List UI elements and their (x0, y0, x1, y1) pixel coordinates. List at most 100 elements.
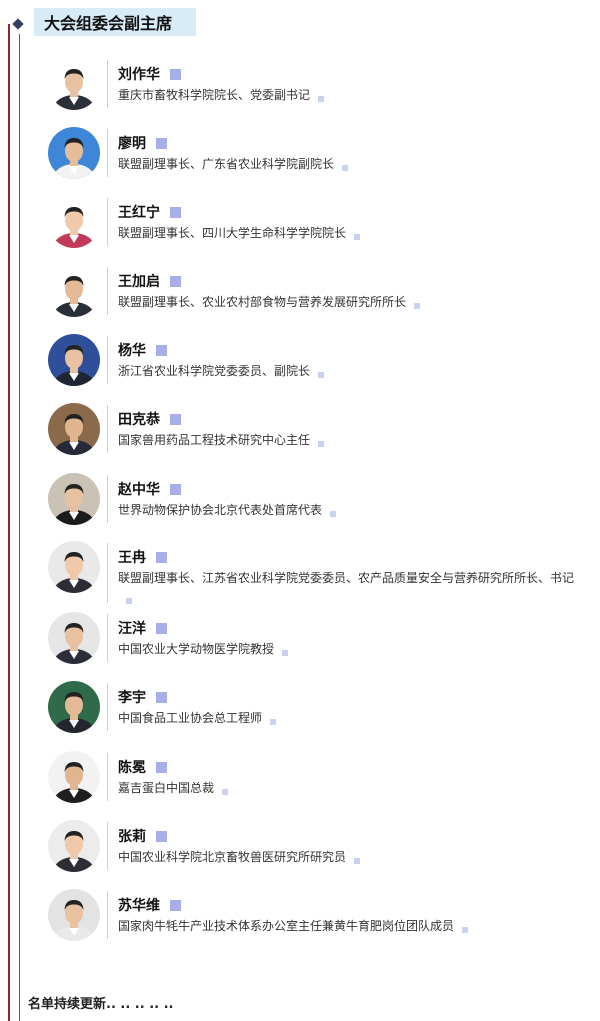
person-name-row: 李宇 (118, 687, 167, 707)
person-title-block: 中国食品工业协会总工程师 (118, 709, 558, 728)
person-title: 重庆市畜牧科学院院长、党委副书记 (118, 88, 311, 102)
person-title: 联盟副理事长、广东省农业科学院副院长 (118, 157, 335, 171)
vertical-divider (107, 267, 108, 315)
portrait-avatar (48, 265, 100, 317)
person-name-row: 杨华 (118, 340, 167, 360)
name-square-icon (170, 899, 181, 911)
person-name-row: 赵中华 (118, 479, 181, 499)
person-item: 田克恭国家兽用药品工程技术研究中心主任 (0, 403, 600, 457)
portrait-avatar (48, 196, 100, 248)
person-title-block: 联盟副理事长、广东省农业科学院副院长 (118, 155, 558, 174)
person-title-block: 中国农业大学动物医学院教授 (118, 640, 558, 659)
vertical-divider (107, 405, 108, 453)
person-item: 王红宁联盟副理事长、四川大学生命科学学院院长 (0, 196, 600, 250)
name-square-icon (156, 691, 167, 703)
vertical-divider (107, 60, 108, 108)
person-title-block: 浙江省农业科学院党委委员、副院长 (118, 362, 558, 381)
person-name: 王红宁 (118, 205, 160, 221)
name-square-icon (156, 622, 167, 634)
portrait-avatar (48, 58, 100, 110)
list-footer-note: 名单持续更新.. .. .. .. .. (28, 997, 174, 1012)
person-name-row: 廖明 (118, 133, 167, 153)
person-name: 陈冕 (118, 760, 146, 776)
person-title-block: 国家兽用药品工程技术研究中心主任 (118, 431, 558, 450)
person-name-row: 田克恭 (118, 409, 181, 429)
title-square-icon (222, 789, 229, 795)
person-name-row: 刘作华 (118, 64, 181, 84)
person-name: 王加启 (118, 274, 160, 290)
name-square-icon (170, 413, 181, 425)
vertical-divider (107, 683, 108, 731)
person-name: 田克恭 (118, 412, 160, 428)
person-name: 王冉 (118, 550, 146, 566)
title-square-icon (318, 96, 325, 102)
portrait-avatar (48, 473, 100, 525)
person-name-row: 苏华维 (118, 895, 181, 915)
portrait-avatar (48, 889, 100, 941)
vertical-divider (107, 475, 108, 523)
person-item: 王冉联盟副理事长、江苏省农业科学院党委委员、农产品质量安全与营养研究所所长、书记 (0, 541, 600, 605)
title-square-icon (462, 927, 469, 933)
title-square-icon (414, 303, 421, 309)
vertical-divider (107, 129, 108, 177)
name-square-icon (170, 275, 181, 287)
person-title: 中国食品工业协会总工程师 (118, 711, 263, 725)
portrait-avatar (48, 820, 100, 872)
person-title: 嘉吉蛋白中国总裁 (118, 781, 215, 795)
portrait-avatar (48, 127, 100, 179)
person-title-block: 中国农业科学院北京畜牧兽医研究所研究员 (118, 848, 558, 867)
person-title-block: 联盟副理事长、四川大学生命科学学院院长 (118, 224, 558, 243)
title-square-icon (282, 650, 289, 656)
title-square-icon (330, 511, 337, 517)
person-item: 陈冕嘉吉蛋白中国总裁 (0, 751, 600, 805)
portrait-avatar (48, 541, 100, 593)
vertical-divider (107, 753, 108, 801)
person-item: 王加启联盟副理事长、农业农村部食物与营养发展研究所所长 (0, 265, 600, 319)
portrait-avatar (48, 751, 100, 803)
title-square-icon (318, 372, 325, 378)
person-title: 联盟副理事长、农业农村部食物与营养发展研究所所长 (118, 295, 407, 309)
person-title: 国家兽用药品工程技术研究中心主任 (118, 433, 311, 447)
person-title: 中国农业科学院北京畜牧兽医研究所研究员 (118, 850, 347, 864)
person-title: 国家肉牛牦牛产业技术体系办公室主任兼黄牛育肥岗位团队成员 (118, 919, 455, 933)
vertical-divider (107, 336, 108, 384)
name-square-icon (170, 483, 181, 495)
person-title-block: 国家肉牛牦牛产业技术体系办公室主任兼黄牛育肥岗位团队成员 (118, 917, 558, 936)
person-name-row: 王红宁 (118, 202, 181, 222)
person-item: 廖明联盟副理事长、广东省农业科学院副院长 (0, 127, 600, 181)
person-name: 杨华 (118, 343, 146, 359)
person-name: 廖明 (118, 136, 146, 152)
title-square-icon (126, 598, 132, 604)
person-title-block: 联盟副理事长、江苏省农业科学院党委委员、农产品质量安全与营养研究所所长、书记 (118, 569, 580, 607)
person-item: 刘作华重庆市畜牧科学院院长、党委副书记 (0, 58, 600, 112)
name-square-icon (170, 206, 181, 218)
name-square-icon (156, 551, 167, 563)
name-square-icon (156, 830, 167, 842)
section-title-text: 大会组委会副主席 (44, 14, 173, 33)
name-square-icon (170, 68, 181, 80)
name-square-icon (156, 137, 167, 149)
person-title: 联盟副理事长、江苏省农业科学院党委委员、农产品质量安全与营养研究所所长、书记 (118, 571, 575, 585)
person-name: 刘作华 (118, 67, 160, 83)
portrait-avatar (48, 681, 100, 733)
person-name: 李宇 (118, 690, 146, 706)
person-title-block: 世界动物保护协会北京代表处首席代表 (118, 501, 558, 520)
title-square-icon (354, 858, 361, 864)
person-title-block: 嘉吉蛋白中国总裁 (118, 779, 558, 798)
vertical-divider (107, 891, 108, 939)
person-title: 联盟副理事长、四川大学生命科学学院院长 (118, 226, 347, 240)
person-item: 苏华维国家肉牛牦牛产业技术体系办公室主任兼黄牛育肥岗位团队成员 (0, 889, 600, 943)
name-square-icon (156, 344, 167, 356)
person-title: 浙江省农业科学院党委委员、副院长 (118, 364, 311, 378)
person-name: 苏华维 (118, 898, 160, 914)
person-item: 张莉 中国农业科学院北京畜牧兽医研究所研究员 (0, 820, 600, 874)
person-title: 中国农业大学动物医学院教授 (118, 642, 275, 656)
person-item: 赵中华世界动物保护协会北京代表处首席代表 (0, 473, 600, 527)
portrait-avatar (48, 612, 100, 664)
person-name: 汪洋 (118, 621, 146, 637)
section-title: 大会组委会副主席 (34, 8, 196, 36)
portrait-avatar (48, 334, 100, 386)
vertical-divider (107, 543, 108, 603)
person-name-row: 汪洋 (118, 618, 167, 638)
title-square-icon (342, 165, 349, 171)
